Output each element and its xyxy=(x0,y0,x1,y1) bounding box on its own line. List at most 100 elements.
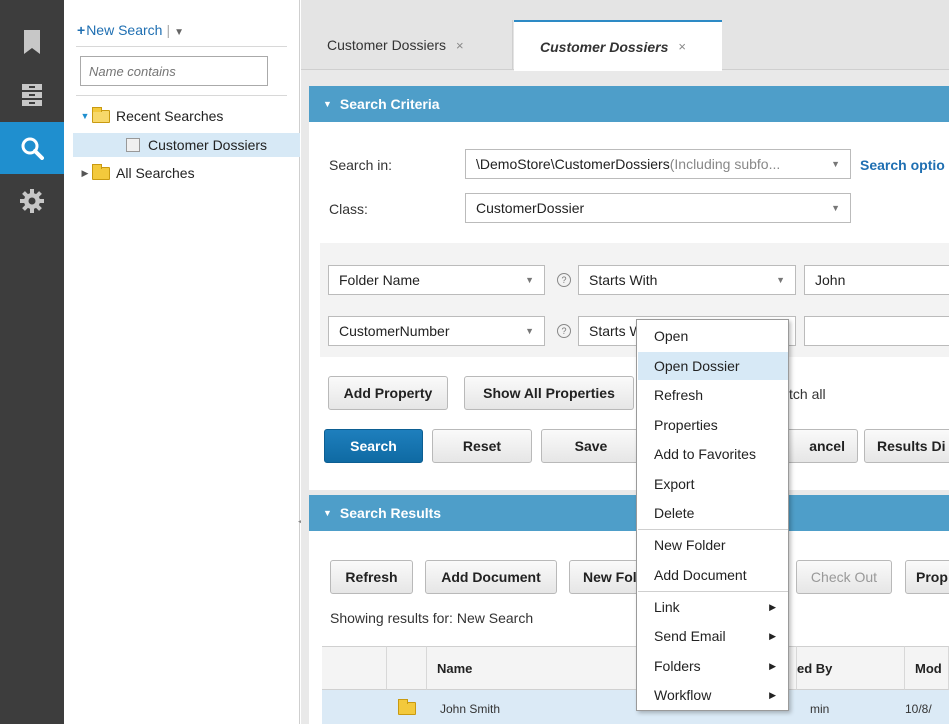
reset-button[interactable]: Reset xyxy=(432,429,532,463)
tree-node-all-searches[interactable]: ▶ All Searches xyxy=(78,161,195,185)
value-input-2[interactable] xyxy=(804,316,949,346)
plus-icon: + xyxy=(77,22,86,38)
property-value: CustomerNumber xyxy=(339,323,450,339)
search-in-select[interactable]: \DemoStore\CustomerDossiers (Including s… xyxy=(465,149,851,179)
saved-search-icon xyxy=(126,138,140,152)
section-title: Search Results xyxy=(339,505,442,521)
chevron-down-icon: ▼ xyxy=(525,326,534,336)
search-icon[interactable] xyxy=(0,122,64,174)
column-modified-by[interactable]: ed By xyxy=(797,646,905,690)
expand-down-icon[interactable]: ▼ xyxy=(78,111,92,121)
new-search-label: New Search xyxy=(86,22,163,38)
row-modified-by: min xyxy=(810,702,830,716)
menu-item-export[interactable]: Export xyxy=(638,470,788,498)
bookmark-icon[interactable] xyxy=(0,17,64,67)
operator-value: Starts W xyxy=(589,323,643,339)
class-select[interactable]: CustomerDossier ▼ xyxy=(465,193,851,223)
tree-node-customer-dossiers[interactable]: Customer Dossiers xyxy=(73,133,300,157)
submenu-arrow-icon: ▶ xyxy=(769,601,776,612)
chevron-down-icon: ▼ xyxy=(831,203,840,213)
menu-item-label: Send Email xyxy=(654,628,726,644)
menu-item-new-folder[interactable]: New Folder xyxy=(638,531,788,559)
tab-label: Customer Dossiers xyxy=(540,38,669,55)
operator-select-1[interactable]: Starts With ▼ xyxy=(578,265,796,295)
row-name[interactable]: John Smith xyxy=(440,702,500,716)
expand-right-icon[interactable]: ▶ xyxy=(78,168,92,179)
add-document-button[interactable]: Add Document xyxy=(425,560,557,594)
add-property-button[interactable]: Add Property xyxy=(328,376,448,410)
menu-item-link[interactable]: Link ▶ xyxy=(638,593,788,621)
show-all-properties-button[interactable]: Show All Properties xyxy=(464,376,634,410)
search-results-header[interactable]: ▼ Search Results xyxy=(309,495,949,531)
column-modified-on[interactable]: Mod xyxy=(905,646,949,690)
class-label: Class: xyxy=(329,201,368,217)
nav-rail xyxy=(0,0,64,724)
submenu-arrow-icon: ▶ xyxy=(769,689,776,700)
chevron-down-icon: ▼ xyxy=(776,275,785,285)
search-in-label: Search in: xyxy=(329,157,393,173)
refresh-button[interactable]: Refresh xyxy=(330,560,413,594)
property-select-1[interactable]: Folder Name ▼ xyxy=(328,265,545,295)
submenu-arrow-icon: ▶ xyxy=(769,660,776,671)
results-display-button[interactable]: Results Di xyxy=(864,429,949,463)
search-criteria-header[interactable]: ▼ Search Criteria xyxy=(309,86,949,122)
menu-item-refresh[interactable]: Refresh xyxy=(638,381,788,409)
chevron-down-icon: ▼ xyxy=(525,275,534,285)
help-icon[interactable]: ? xyxy=(557,273,571,287)
help-icon[interactable]: ? xyxy=(557,324,571,338)
operator-value: Starts With xyxy=(589,272,658,288)
menu-item-properties[interactable]: Properties xyxy=(638,411,788,439)
showing-results: Showing results for: New Search xyxy=(330,610,533,626)
tree-node-recent-searches[interactable]: ▼ Recent Searches xyxy=(78,104,223,128)
collapse-icon[interactable]: ▼ xyxy=(323,508,332,518)
property-select-2[interactable]: CustomerNumber ▼ xyxy=(328,316,545,346)
new-search-button[interactable]: +New Search | ▼ xyxy=(77,22,184,38)
tree-node-label: Customer Dossiers xyxy=(148,137,268,153)
close-icon[interactable]: × xyxy=(456,38,464,53)
menu-item-add-to-favorites[interactable]: Add to Favorites xyxy=(638,440,788,468)
browse-icon[interactable] xyxy=(0,70,64,120)
section-title: Search Criteria xyxy=(339,96,440,112)
value-text: John xyxy=(815,272,846,288)
search-button[interactable]: Search xyxy=(324,429,423,463)
folder-icon xyxy=(92,163,110,180)
menu-item-label: Link xyxy=(654,599,680,615)
save-button[interactable]: Save xyxy=(541,429,641,463)
folder-open-icon xyxy=(92,106,110,123)
close-icon[interactable]: × xyxy=(678,39,686,54)
property-value: Folder Name xyxy=(339,272,420,288)
tab-customer-dossiers-2[interactable]: Customer Dossiers × xyxy=(514,20,722,71)
tab-bar: Customer Dossiers × Customer Dossiers × xyxy=(301,0,949,71)
tab-customer-dossiers-1[interactable]: Customer Dossiers × xyxy=(301,20,513,70)
menu-item-add-document[interactable]: Add Document xyxy=(638,561,788,589)
menu-item-delete[interactable]: Delete xyxy=(638,499,788,527)
menu-item-workflow[interactable]: Workflow ▶ xyxy=(638,681,788,709)
name-filter-input[interactable] xyxy=(80,56,268,86)
menu-item-label: Workflow xyxy=(654,687,712,703)
search-options-link[interactable]: Search optio xyxy=(860,157,945,173)
search-in-value: \DemoStore\CustomerDossiers xyxy=(476,156,670,172)
menu-item-open-dossier[interactable]: Open Dossier xyxy=(638,352,788,380)
tree-node-label: All Searches xyxy=(116,165,195,181)
context-menu: Open Open Dossier Refresh Properties Add… xyxy=(636,319,789,711)
column-type[interactable] xyxy=(387,646,427,690)
properties-button[interactable]: Prop xyxy=(905,560,949,594)
menu-item-label: Folders xyxy=(654,658,701,674)
menu-item-open[interactable]: Open xyxy=(638,322,788,350)
column-select[interactable] xyxy=(322,646,387,690)
value-input-1[interactable]: John xyxy=(804,265,949,295)
check-out-button[interactable]: Check Out xyxy=(796,560,892,594)
tree-node-label: Recent Searches xyxy=(116,108,224,124)
menu-item-send-email[interactable]: Send Email ▶ xyxy=(638,622,788,650)
submenu-arrow-icon: ▶ xyxy=(769,630,776,641)
showing-label: Showing results for: xyxy=(330,610,453,626)
collapse-icon[interactable]: ▼ xyxy=(323,99,332,109)
row-modified-on: 10/8/ xyxy=(905,702,932,716)
match-all-label: tch all xyxy=(789,386,826,402)
search-tree-panel: +New Search|▼ ▼ Recent Searches Customer… xyxy=(64,0,300,724)
class-value: CustomerDossier xyxy=(476,200,585,216)
chevron-down-icon: ▼ xyxy=(831,159,840,169)
gear-icon[interactable] xyxy=(0,176,64,226)
menu-item-folders[interactable]: Folders ▶ xyxy=(638,652,788,680)
chevron-down-icon[interactable]: ▼ xyxy=(174,27,184,38)
